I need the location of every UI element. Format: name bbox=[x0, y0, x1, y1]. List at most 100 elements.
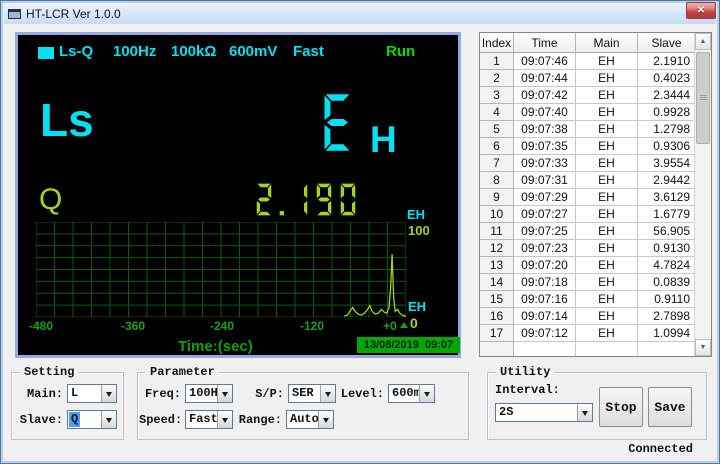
cell-index: 9 bbox=[480, 189, 514, 206]
app-window: HT-LCR Ver 1.0.0 ✕ Run Ls H Q EH 100 EH … bbox=[0, 0, 720, 464]
x-axis-ticks: -480 -360 -240 -120 +0 bbox=[29, 319, 406, 333]
speed-select-value: Fast bbox=[189, 412, 218, 426]
table-row[interactable]: 13 09:07:20 EH 4.7824 bbox=[480, 257, 696, 274]
table-row[interactable]: 7 09:07:33 EH 3.9554 bbox=[480, 155, 696, 172]
column-header-main[interactable]: Main bbox=[576, 33, 638, 53]
datetime-readout: 13/08/2019 09:07 bbox=[357, 337, 460, 353]
table-row[interactable]: 4 09:07:40 EH 0.9928 bbox=[480, 104, 696, 121]
cell-main: EH bbox=[576, 308, 638, 325]
scroll-down-icon: ▼ bbox=[699, 344, 707, 351]
connection-status: Connected bbox=[628, 442, 693, 456]
cell-slave: 1.6779 bbox=[638, 206, 696, 223]
interval-select-dropdown-icon[interactable] bbox=[577, 404, 592, 421]
scroll-up-button[interactable]: ▲ bbox=[695, 33, 711, 50]
main-value-suffix: H bbox=[370, 119, 397, 160]
interval-select-value: 2S bbox=[499, 405, 514, 419]
range-select[interactable]: Auto bbox=[286, 410, 334, 429]
table-row[interactable]: 10 09:07:27 EH 1.6779 bbox=[480, 206, 696, 223]
cell-empty bbox=[576, 342, 638, 356]
scrollbar-thumb[interactable] bbox=[696, 52, 710, 144]
cell-slave: 4.7824 bbox=[638, 257, 696, 274]
freq-label: Freq: bbox=[144, 387, 181, 401]
table-row[interactable]: 1 09:07:46 EH 2.1910 bbox=[480, 53, 696, 70]
table-row[interactable]: 8 09:07:31 EH 2.9442 bbox=[480, 172, 696, 189]
slave-select[interactable]: Q bbox=[67, 410, 117, 429]
column-header-index[interactable]: Index bbox=[480, 33, 514, 53]
cell-slave: 3.6129 bbox=[638, 189, 696, 206]
cell-main: EH bbox=[576, 240, 638, 257]
cell-slave: 0.0839 bbox=[638, 274, 696, 291]
slave-select-dropdown-icon[interactable] bbox=[101, 411, 116, 428]
scroll-down-button[interactable]: ▼ bbox=[695, 339, 711, 356]
cell-empty bbox=[514, 342, 576, 356]
cell-empty bbox=[638, 342, 696, 356]
setting-group: Setting bbox=[11, 365, 124, 440]
slave-select-value: Q bbox=[69, 412, 81, 427]
freq-select-dropdown-icon[interactable] bbox=[217, 385, 232, 402]
table-row[interactable]: 2 09:07:44 EH 0.4023 bbox=[480, 70, 696, 87]
table-row[interactable]: 6 09:07:35 EH 0.9306 bbox=[480, 138, 696, 155]
cell-main: EH bbox=[576, 104, 638, 121]
table-row[interactable]: 5 09:07:38 EH 1.2798 bbox=[480, 121, 696, 138]
table-row[interactable]: 9 09:07:29 EH 3.6129 bbox=[480, 189, 696, 206]
titlebar[interactable]: HT-LCR Ver 1.0.0 bbox=[4, 4, 716, 24]
cell-time: 09:07:33 bbox=[514, 155, 576, 172]
column-header-time[interactable]: Time bbox=[514, 33, 576, 53]
cell-index: 14 bbox=[480, 274, 514, 291]
column-header-slave[interactable]: Slave bbox=[638, 33, 696, 53]
save-button[interactable]: Save bbox=[648, 387, 692, 427]
cell-index: 8 bbox=[480, 172, 514, 189]
interval-select[interactable]: 2S bbox=[495, 403, 593, 422]
cell-time: 09:07:38 bbox=[514, 121, 576, 138]
data-table: Index Time Main Slave 1 09:07:46 EH 2.1910 2 09:0… bbox=[479, 32, 712, 357]
scroll-up-icon: ▲ bbox=[699, 38, 707, 45]
overflow-flag-bottom: EH bbox=[408, 299, 427, 314]
speed-select[interactable]: Fast bbox=[185, 410, 233, 429]
lcd-status-item: 100Hz bbox=[113, 43, 157, 60]
main-select-dropdown-icon[interactable] bbox=[101, 385, 116, 402]
cell-index: 5 bbox=[480, 121, 514, 138]
table-row[interactable]: 15 09:07:16 EH 0.9110 bbox=[480, 291, 696, 308]
cell-time: 09:07:40 bbox=[514, 104, 576, 121]
cell-index: 3 bbox=[480, 87, 514, 104]
cell-slave: 2.9442 bbox=[638, 172, 696, 189]
lcd-status-item: Ls-Q bbox=[59, 43, 94, 60]
cell-index: 13 bbox=[480, 257, 514, 274]
slave-parameter-label: Q bbox=[39, 183, 63, 216]
table-row[interactable]: 17 09:07:12 EH 1.0994 bbox=[480, 325, 696, 342]
utility-group-title: Utility bbox=[496, 365, 555, 379]
table-row[interactable]: 16 09:07:14 EH 2.7898 bbox=[480, 308, 696, 325]
sp-select-value: SER bbox=[292, 386, 314, 400]
cell-index: 1 bbox=[480, 53, 514, 70]
x-axis-tick: -480 bbox=[28, 319, 54, 333]
cell-main: EH bbox=[576, 172, 638, 189]
cell-main: EH bbox=[576, 53, 638, 70]
sp-select-dropdown-icon[interactable] bbox=[320, 385, 335, 402]
freq-select[interactable]: 100Hz bbox=[185, 384, 233, 403]
cell-slave: 0.9306 bbox=[638, 138, 696, 155]
cell-index: 16 bbox=[480, 308, 514, 325]
cell-main: EH bbox=[576, 206, 638, 223]
trend-chart bbox=[35, 221, 407, 318]
cell-time: 09:07:12 bbox=[514, 325, 576, 342]
sp-select[interactable]: SER bbox=[288, 384, 336, 403]
stop-button[interactable]: Stop bbox=[599, 387, 643, 427]
close-button[interactable]: ✕ bbox=[686, 2, 716, 19]
table-scrollbar[interactable]: ▲ ▼ bbox=[694, 33, 711, 356]
table-row[interactable]: 3 09:07:42 EH 2.3444 bbox=[480, 87, 696, 104]
cell-index: 15 bbox=[480, 291, 514, 308]
level-select[interactable]: 600mV bbox=[388, 384, 435, 403]
level-select-dropdown-icon[interactable] bbox=[419, 385, 434, 402]
interval-label: Interval: bbox=[495, 383, 560, 397]
cell-time: 09:07:20 bbox=[514, 257, 576, 274]
main-select[interactable]: L bbox=[67, 384, 117, 403]
table-row[interactable]: 11 09:07:25 EH 56.905 bbox=[480, 223, 696, 240]
table-row[interactable]: 12 09:07:23 EH 0.9130 bbox=[480, 240, 696, 257]
range-select-dropdown-icon[interactable] bbox=[318, 411, 333, 428]
cell-index: 10 bbox=[480, 206, 514, 223]
stop-button-label: Stop bbox=[605, 399, 637, 415]
speed-select-dropdown-icon[interactable] bbox=[217, 411, 232, 428]
cell-slave: 2.7898 bbox=[638, 308, 696, 325]
cell-index: 6 bbox=[480, 138, 514, 155]
table-row[interactable]: 14 09:07:18 EH 0.0839 bbox=[480, 274, 696, 291]
